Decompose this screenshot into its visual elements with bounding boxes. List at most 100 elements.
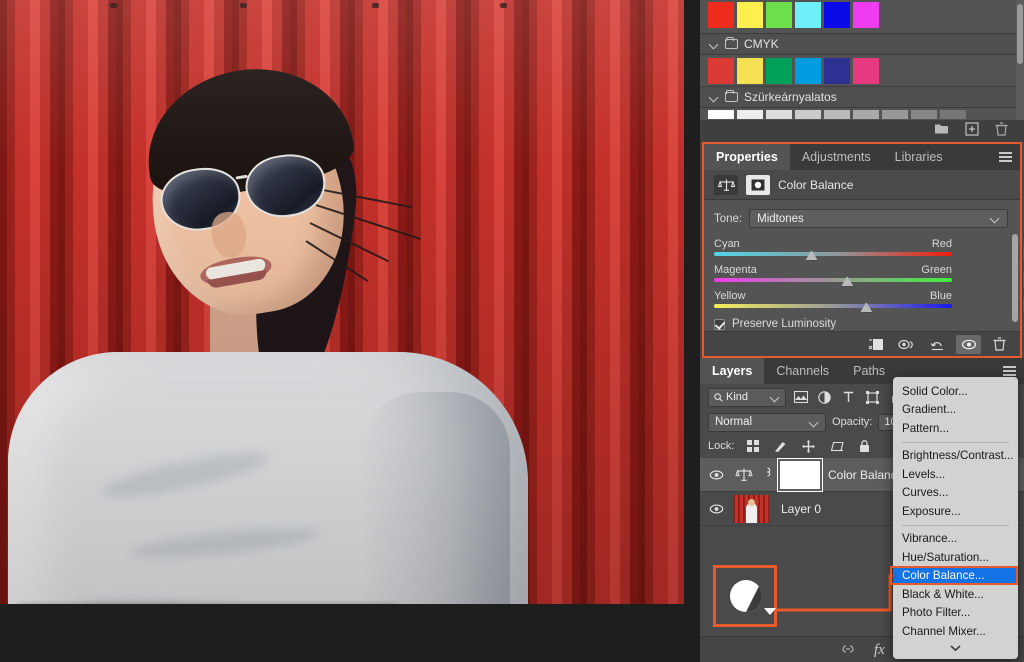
- color-swatch[interactable]: [911, 110, 937, 119]
- chevron-down-icon: [991, 214, 1000, 223]
- properties-scrollbar[interactable]: [1012, 234, 1018, 322]
- color-swatch[interactable]: [882, 110, 908, 119]
- properties-tabbar: Properties Adjustments Libraries: [704, 144, 1020, 170]
- menu-item-black-and-white[interactable]: Black & White...: [893, 585, 1018, 604]
- clip-to-layer-icon[interactable]: [863, 335, 888, 354]
- new-adjustment-layer-button[interactable]: [713, 565, 777, 627]
- color-swatch[interactable]: [795, 2, 821, 28]
- color-swatch[interactable]: [766, 2, 792, 28]
- filter-pixel-icon[interactable]: [791, 388, 810, 407]
- delete-adjustment-icon[interactable]: [987, 335, 1012, 354]
- color-swatch[interactable]: [853, 2, 879, 28]
- toggle-visibility-icon[interactable]: [956, 335, 981, 354]
- slider-track[interactable]: [714, 304, 952, 308]
- color-balance-menu-item-highlight: [890, 566, 1018, 585]
- color-swatch[interactable]: [853, 110, 879, 119]
- color-swatch[interactable]: [795, 58, 821, 84]
- lock-all-icon[interactable]: [855, 437, 874, 456]
- view-previous-state-icon[interactable]: [894, 335, 919, 354]
- menu-item-exposure[interactable]: Exposure...: [893, 502, 1018, 521]
- menu-item-brightness-contrast[interactable]: Brightness/Contrast...: [893, 447, 1018, 466]
- lock-transparent-pixels-icon[interactable]: [743, 437, 762, 456]
- filter-shape-icon[interactable]: [863, 388, 882, 407]
- color-swatch[interactable]: [766, 58, 792, 84]
- layer-thumbnail[interactable]: [733, 495, 769, 523]
- tab-libraries[interactable]: Libraries: [883, 144, 955, 170]
- layer-mask-icon[interactable]: [746, 175, 770, 195]
- blend-mode-value: Normal: [715, 416, 752, 428]
- menu-item-pattern[interactable]: Pattern...: [893, 419, 1018, 438]
- menu-separator: [902, 442, 1009, 443]
- color-swatch[interactable]: [737, 58, 763, 84]
- layer-visibility-toggle[interactable]: [708, 470, 725, 480]
- color-swatch[interactable]: [708, 2, 734, 28]
- new-group-icon[interactable]: [934, 122, 949, 140]
- caret-down-icon: [764, 608, 776, 615]
- layer-mask-thumbnail[interactable]: [780, 461, 820, 489]
- new-adjustment-layer-menu: Solid Color... Gradient... Pattern... Br…: [893, 377, 1018, 659]
- color-swatch[interactable]: [940, 110, 966, 119]
- color-swatch[interactable]: [708, 58, 734, 84]
- slider-thumb[interactable]: [841, 276, 854, 287]
- tab-properties[interactable]: Properties: [704, 144, 790, 170]
- color-swatch[interactable]: [795, 110, 821, 119]
- tab-layers[interactable]: Layers: [700, 358, 764, 384]
- tab-paths[interactable]: Paths: [841, 358, 897, 384]
- swatches-scroll-thumb[interactable]: [1017, 4, 1023, 64]
- slider-thumb[interactable]: [860, 302, 873, 313]
- properties-header: Color Balance: [704, 170, 1020, 200]
- swatches-scrollbar[interactable]: [1016, 0, 1024, 120]
- menu-item-hue-saturation[interactable]: Hue/Saturation...: [893, 548, 1018, 567]
- preserve-luminosity-checkbox[interactable]: [714, 319, 725, 330]
- swatch-group-cmyk[interactable]: CMYK: [700, 33, 1024, 55]
- slider-track[interactable]: [714, 252, 952, 256]
- swatch-group-grayscale[interactable]: Szürkeárnyalatos: [700, 86, 1024, 108]
- menu-item-vibrance[interactable]: Vibrance...: [893, 530, 1018, 549]
- menu-item-photo-filter[interactable]: Photo Filter...: [893, 604, 1018, 623]
- link-layers-icon[interactable]: [840, 641, 856, 659]
- lock-image-pixels-icon[interactable]: [771, 437, 790, 456]
- layer-mask-link-icon[interactable]: [763, 465, 772, 484]
- color-swatch[interactable]: [737, 2, 763, 28]
- layer-visibility-toggle[interactable]: [708, 504, 725, 514]
- chevron-down-icon: [771, 393, 780, 402]
- new-swatch-icon[interactable]: [965, 122, 979, 141]
- layer-filter-kind-select[interactable]: Kind: [708, 388, 786, 407]
- slider-thumb[interactable]: [805, 250, 818, 261]
- slider-left-label: Magenta: [714, 264, 757, 276]
- menu-scroll-down-button[interactable]: [893, 641, 1018, 655]
- lock-artboard-icon[interactable]: [827, 437, 846, 456]
- color-swatch[interactable]: [824, 2, 850, 28]
- menu-item-gradient[interactable]: Gradient...: [893, 401, 1018, 420]
- lock-position-icon[interactable]: [799, 437, 818, 456]
- color-swatch[interactable]: [824, 58, 850, 84]
- color-swatch[interactable]: [708, 110, 734, 119]
- color-swatch[interactable]: [766, 110, 792, 119]
- tab-channels[interactable]: Channels: [764, 358, 841, 384]
- menu-item-channel-mixer[interactable]: Channel Mixer...: [893, 622, 1018, 641]
- preserve-luminosity-row[interactable]: Preserve Luminosity: [714, 318, 836, 330]
- filter-type-icon[interactable]: [839, 388, 858, 407]
- color-swatch[interactable]: [737, 110, 763, 119]
- chevron-down-icon: [710, 93, 719, 102]
- color-swatch[interactable]: [824, 110, 850, 119]
- photo-image: [0, 0, 684, 604]
- lighting-overlay: [0, 0, 684, 604]
- panel-menu-icon[interactable]: [999, 152, 1012, 162]
- menu-item-levels[interactable]: Levels...: [893, 465, 1018, 484]
- reset-icon[interactable]: [925, 335, 950, 354]
- tone-select[interactable]: Midtones: [749, 209, 1008, 228]
- menu-item-solid-color[interactable]: Solid Color...: [893, 382, 1018, 401]
- menu-item-curves[interactable]: Curves...: [893, 484, 1018, 503]
- delete-swatch-icon[interactable]: [995, 122, 1008, 141]
- color-swatch[interactable]: [853, 58, 879, 84]
- tab-adjustments[interactable]: Adjustments: [790, 144, 883, 170]
- add-layer-style-icon[interactable]: fx: [874, 641, 885, 659]
- document-canvas[interactable]: Subtract from mask Add to mask: [0, 0, 684, 604]
- panel-menu-icon[interactable]: [1003, 366, 1016, 376]
- slider-track[interactable]: [714, 278, 952, 282]
- swatch-group-label: CMYK: [744, 37, 779, 51]
- blend-mode-select[interactable]: Normal: [708, 413, 826, 432]
- thumbnail-subject-head: [748, 499, 755, 506]
- filter-adjustment-icon[interactable]: [815, 388, 834, 407]
